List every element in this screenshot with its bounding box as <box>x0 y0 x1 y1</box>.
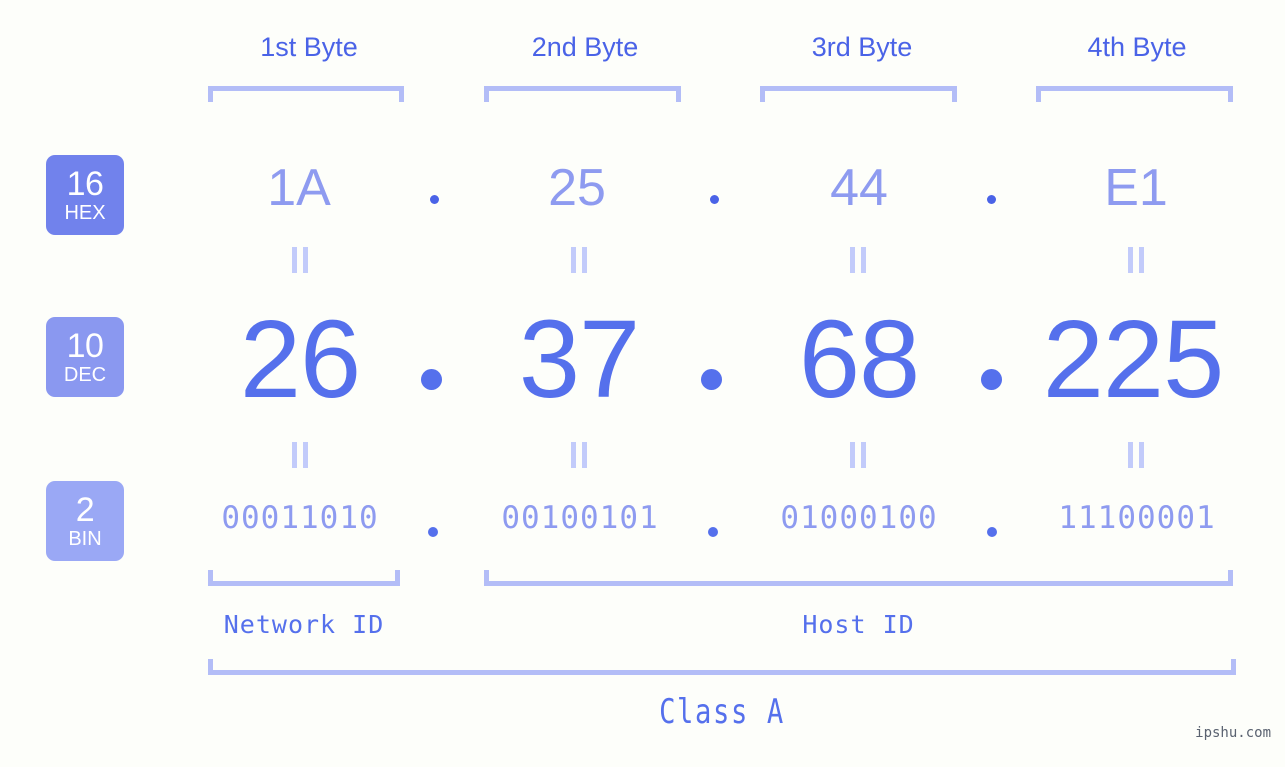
bin-octet-3: 01000100 <box>780 500 938 536</box>
dec-separator-dot-3 <box>981 369 1002 390</box>
byte-bracket-1 <box>208 86 404 102</box>
dec-octet-4: 225 <box>1042 298 1225 421</box>
bin-octet-2: 00100101 <box>501 500 659 536</box>
base-badge-bin-number: 2 <box>75 491 95 529</box>
hex-octet-3: 44 <box>830 159 888 217</box>
hex-separator-dot-1 <box>430 195 439 204</box>
base-badge-hex-number: 16 <box>66 165 104 203</box>
hex-separator-dot-3 <box>987 195 996 204</box>
base-badge-dec: 10 DEC <box>46 317 124 397</box>
byte-header-label-2: 2nd Byte <box>531 32 639 62</box>
class-bracket <box>208 659 1236 675</box>
equals-connector-hex-dec-1 <box>289 247 311 273</box>
equals-connector-hex-dec-2 <box>568 247 590 273</box>
byte-header-label-4: 4th Byte <box>1087 32 1187 62</box>
host-id-bracket <box>484 570 1233 586</box>
byte-bracket-3 <box>760 86 957 102</box>
byte-header-label-1: 1st Byte <box>260 32 358 62</box>
equals-connector-hex-dec-3 <box>847 247 869 273</box>
hex-separator-dot-2 <box>710 195 719 204</box>
dec-octet-3: 68 <box>798 298 920 421</box>
equals-connector-dec-bin-3 <box>847 442 869 468</box>
dec-separator-dot-2 <box>701 369 722 390</box>
bin-octet-4: 11100001 <box>1058 500 1216 536</box>
base-badge-bin-name: BIN <box>68 528 102 550</box>
dec-octet-2: 37 <box>518 298 640 421</box>
ip-address-diagram: 1st Byte 2nd Byte 3rd Byte 4th Byte 16 H… <box>0 0 1285 767</box>
dec-octet-1: 26 <box>239 298 361 421</box>
network-id-bracket <box>208 570 400 586</box>
base-badge-bin: 2 BIN <box>46 481 124 561</box>
base-badge-dec-number: 10 <box>66 327 104 365</box>
hex-octet-4: E1 <box>1104 159 1168 217</box>
equals-connector-dec-bin-1 <box>289 442 311 468</box>
byte-bracket-4 <box>1036 86 1233 102</box>
equals-connector-hex-dec-4 <box>1125 247 1147 273</box>
bin-octet-1: 00011010 <box>221 500 379 536</box>
hex-octet-1: 1A <box>267 159 331 217</box>
equals-connector-dec-bin-2 <box>568 442 590 468</box>
base-badge-dec-name: DEC <box>63 364 107 386</box>
byte-bracket-2 <box>484 86 681 102</box>
bin-separator-dot-2 <box>708 527 718 537</box>
bin-separator-dot-1 <box>428 527 438 537</box>
network-id-label: Network ID <box>223 610 385 639</box>
base-badge-hex-name: HEX <box>64 202 106 224</box>
bin-separator-dot-3 <box>987 527 997 537</box>
dec-separator-dot-1 <box>421 369 442 390</box>
equals-connector-dec-bin-4 <box>1125 442 1147 468</box>
class-label: Class A <box>659 692 785 732</box>
byte-header-label-3: 3rd Byte <box>811 32 913 62</box>
watermark-text: ipshu.com <box>1195 725 1271 741</box>
hex-octet-2: 25 <box>548 159 606 217</box>
base-badge-hex: 16 HEX <box>46 155 124 235</box>
host-id-label: Host ID <box>802 610 915 639</box>
